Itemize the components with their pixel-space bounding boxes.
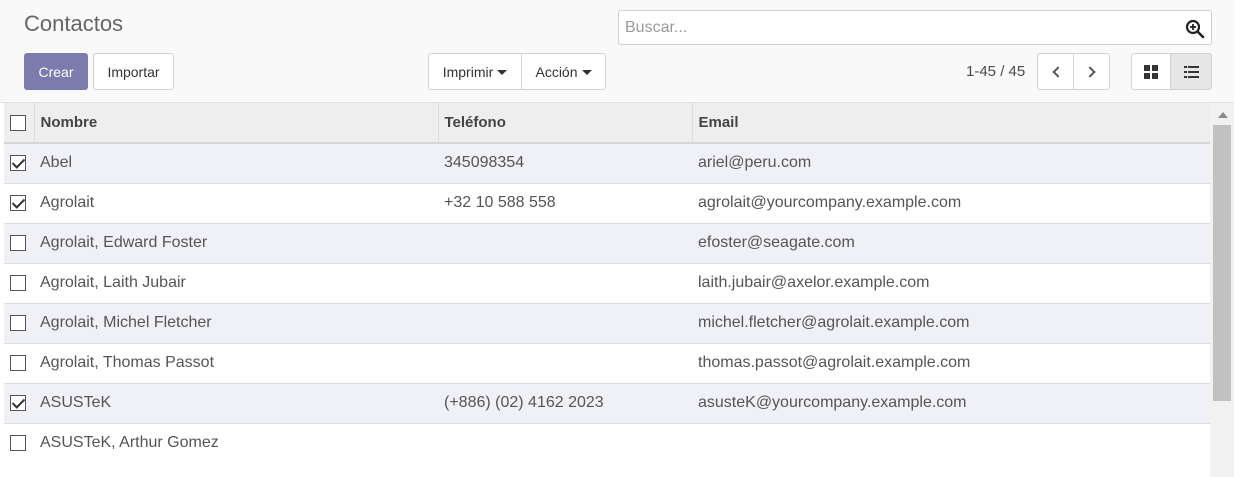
caret-down-icon [581, 70, 592, 75]
cell-name: Agrolait [34, 182, 438, 223]
page-title: Contactos [24, 11, 124, 36]
scrollbar-thumb[interactable] [1213, 125, 1231, 401]
row-checkbox[interactable] [10, 435, 26, 452]
cell-name: Agrolait, Michel Fletcher [34, 302, 438, 343]
print-dropdown[interactable]: Imprimir [428, 53, 522, 90]
chevron-right-icon [1083, 65, 1096, 78]
window-edge [1234, 0, 1240, 477]
row-select-cell [4, 382, 34, 423]
cell-name: Agrolait, Edward Foster [34, 222, 438, 263]
cell-email: efoster@seagate.com [692, 222, 1210, 263]
search-input[interactable] [625, 11, 1175, 44]
row-select-cell [4, 222, 34, 263]
cell-phone [438, 342, 692, 383]
vertical-scrollbar[interactable] [1210, 103, 1234, 477]
cell-email: laith.jubair@axelor.example.com [692, 262, 1210, 303]
cell-name: Agrolait, Laith Jubair [34, 262, 438, 303]
contacts-table: Nombre Teléfono Email Abel 345098354 ariel… [4, 103, 1210, 463]
table-row[interactable]: Agrolait, Thomas Passot thomas.passot@agr… [4, 342, 1210, 383]
list-icon [1183, 65, 1199, 78]
row-select-cell [4, 182, 34, 223]
cell-phone: (+886) (02) 4162 2023 [438, 382, 692, 423]
caret-down-icon [497, 70, 508, 75]
cell-name: ASUSTeK [34, 382, 438, 423]
column-header-phone[interactable]: Teléfono [438, 103, 693, 144]
cell-email: thomas.passot@agrolait.example.com [692, 342, 1210, 383]
table-row[interactable]: Agrolait, Michel Fletcher michel.fletcher… [4, 302, 1210, 343]
table-row[interactable]: Agrolait, Laith Jubair laith.jubair@axelo… [4, 262, 1210, 303]
print-dropdown-label: Imprimir [442, 63, 494, 80]
row-checkbox[interactable] [10, 354, 26, 371]
pager-previous-button[interactable] [1037, 53, 1074, 90]
row-checkbox[interactable] [10, 155, 26, 172]
cell-email: asusteK@yourcompany.example.com [692, 382, 1210, 423]
table-row[interactable]: ASUSTeK, Arthur Gomez [4, 422, 1210, 463]
select-all-cell [4, 103, 35, 144]
kanban-grid-icon [1144, 64, 1158, 79]
action-dropdown-label: Acción [535, 63, 578, 80]
action-dropdown[interactable]: Acción [521, 53, 606, 90]
import-button[interactable]: Importar [93, 53, 174, 90]
cell-phone: 345098354 [438, 142, 692, 183]
cell-phone [438, 302, 692, 343]
search-bar[interactable] [618, 10, 1212, 45]
cell-email: ariel@peru.com [692, 142, 1210, 183]
row-select-cell [4, 142, 34, 183]
table-row[interactable]: ASUSTeK (+886) (02) 4162 2023 asusteK@your… [4, 382, 1210, 423]
column-header-email[interactable]: Email [692, 103, 1210, 144]
column-header-name[interactable]: Nombre [34, 103, 439, 144]
cell-phone [438, 422, 692, 463]
cell-phone [438, 262, 692, 303]
kanban-view-button[interactable] [1131, 53, 1171, 90]
row-checkbox[interactable] [10, 314, 26, 331]
cell-email [692, 422, 1210, 463]
cell-phone [438, 222, 692, 263]
cell-email: michel.fletcher@agrolait.example.com [692, 302, 1210, 343]
control-panel: Contactos Crear Importar Imprimir Acción… [0, 0, 1240, 103]
select-all-checkbox[interactable] [10, 115, 26, 132]
list-view-button[interactable] [1170, 53, 1212, 90]
pager-next-button[interactable] [1073, 53, 1110, 90]
table-row[interactable]: Agrolait, Edward Foster efoster@seagate.c… [4, 222, 1210, 263]
chevron-left-icon [1051, 65, 1064, 78]
row-checkbox[interactable] [10, 194, 26, 211]
create-button[interactable]: Crear [24, 53, 88, 90]
row-checkbox[interactable] [10, 274, 26, 291]
table-header-row: Nombre Teléfono Email [4, 103, 1210, 144]
table-row[interactable]: Abel 345098354 ariel@peru.com [4, 142, 1210, 183]
scroll-up-arrow-icon[interactable] [1218, 112, 1228, 118]
contacts-list: Nombre Teléfono Email Abel 345098354 ariel… [4, 103, 1210, 477]
cell-name: ASUSTeK, Arthur Gomez [34, 422, 438, 463]
cell-name: Agrolait, Thomas Passot [34, 342, 438, 383]
pager-value[interactable]: 1-45 / 45 [966, 63, 1025, 80]
row-select-cell [4, 422, 34, 463]
row-select-cell [4, 262, 34, 303]
row-checkbox[interactable] [10, 234, 26, 251]
row-select-cell [4, 342, 34, 383]
row-checkbox[interactable] [10, 394, 26, 411]
cell-name: Abel [34, 142, 438, 183]
table-row[interactable]: Agrolait +32 10 588 558 agrolait@yourcompa… [4, 182, 1210, 223]
cell-email: agrolait@yourcompany.example.com [692, 182, 1210, 223]
row-select-cell [4, 302, 34, 343]
search-icon[interactable] [1185, 19, 1205, 39]
cell-phone: +32 10 588 558 [438, 182, 692, 223]
